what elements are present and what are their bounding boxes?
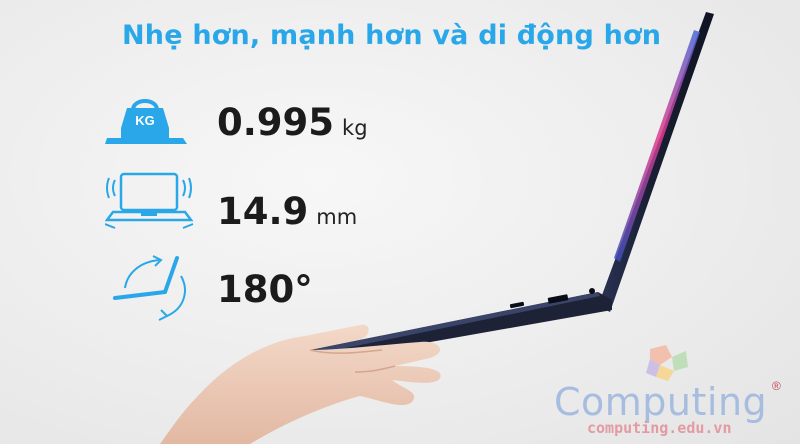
headline: Nhẹ hơn, mạnh hơn và di động hơn: [122, 20, 662, 51]
hinge-180-icon: [113, 255, 186, 321]
laptop-thin-icon: [105, 172, 194, 229]
spec-weight: KG 0.995 kg: [105, 88, 435, 158]
thickness-unit: mm: [316, 205, 358, 229]
product-banner: Nhẹ hơn, mạnh hơn và di động hơn KG 0.99…: [0, 0, 800, 444]
weight-value: 0.995: [217, 101, 335, 144]
screen-glow: [614, 30, 700, 262]
kg-icon-label: KG: [135, 113, 155, 128]
spec-hinge: 180°: [105, 252, 435, 322]
spec-thickness: 14.9 mm: [105, 168, 435, 238]
weight-unit: kg: [342, 116, 368, 140]
watermark-name: Computing: [554, 380, 768, 424]
laptop-lid: [598, 12, 714, 312]
thickness-value: 14.9: [217, 190, 309, 233]
watermark-url: computing.edu.vn: [587, 419, 732, 437]
registered-mark: ®: [772, 379, 781, 393]
hinge-value: 180°: [217, 268, 313, 311]
laptop-weight-icon: KG: [105, 99, 187, 144]
